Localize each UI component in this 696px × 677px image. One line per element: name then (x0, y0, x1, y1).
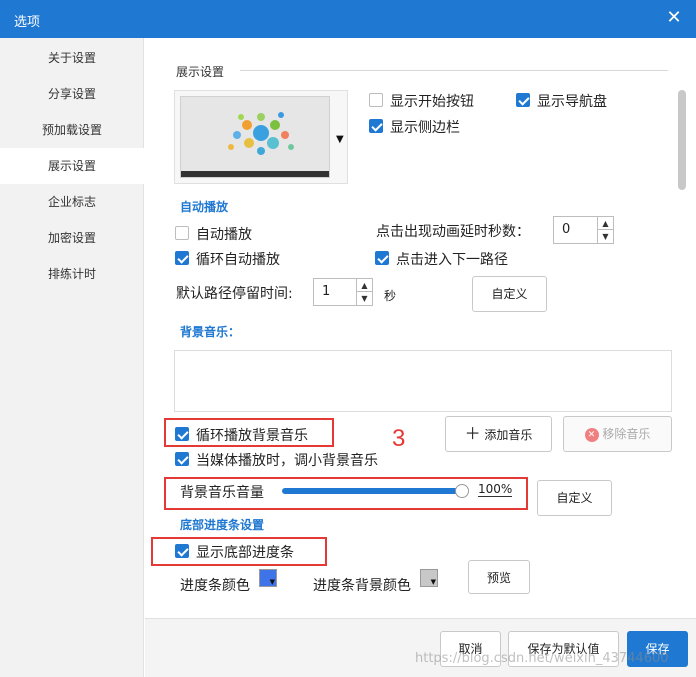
preview-button[interactable]: 预览 (468, 560, 530, 594)
default-stay-arrows: ▲ ▼ (356, 279, 372, 305)
section-divider (240, 70, 668, 71)
loop-autoplay-checkbox[interactable] (175, 251, 189, 265)
progress-color-label: 进度条颜色 (180, 578, 250, 594)
show-progress-checkbox[interactable] (175, 544, 189, 558)
autoplay-checkbox[interactable] (175, 226, 189, 240)
autoplay-section-title: 自动播放 (180, 200, 229, 214)
layout-preview[interactable] (174, 90, 348, 184)
show-start-button-label: 显示开始按钮 (390, 94, 474, 110)
show-sidebar-checkbox[interactable] (369, 119, 383, 133)
music-list[interactable] (174, 350, 672, 412)
lower-music-label: 当媒体播放时，调小背景音乐 (196, 453, 378, 469)
add-music-label: 添加音乐 (484, 428, 533, 442)
close-icon[interactable]: ✕ (662, 6, 686, 30)
volume-percent: 100% (478, 482, 513, 497)
show-sidebar-label: 显示侧边栏 (390, 120, 460, 136)
volume-label: 背景音乐音量 (180, 485, 264, 501)
cancel-button[interactable]: 取消 (440, 631, 501, 667)
vertical-scrollbar[interactable] (678, 90, 686, 190)
preview-thumbnail (180, 96, 330, 178)
show-start-button-checkbox[interactable] (369, 93, 383, 107)
layout-dropdown-icon[interactable]: ▼ (336, 134, 344, 145)
progress-bg-color-label: 进度条背景颜色 (313, 578, 411, 594)
delay-value: 0 (562, 222, 571, 237)
loop-music-checkbox[interactable] (175, 427, 189, 441)
seconds-unit: 秒 (384, 289, 397, 303)
default-stay-label: 默认路径停留时间: (176, 286, 293, 302)
plus-icon: ＋ (464, 424, 481, 443)
sidebar-item-preload[interactable]: 预加载设置 (0, 112, 144, 148)
autoplay-custom-button[interactable]: 自定义 (472, 276, 547, 312)
remove-music-label: 移除音乐 (602, 427, 651, 441)
show-navigator-checkbox[interactable] (516, 93, 530, 107)
show-navigator-label: 显示导航盘 (537, 94, 607, 110)
sidebar-item-about[interactable]: 关于设置 (0, 40, 144, 76)
lower-music-checkbox[interactable] (175, 452, 189, 466)
remove-icon: ✕ (584, 427, 599, 442)
sidebar-item-display[interactable]: 展示设置 (0, 148, 144, 184)
default-stay-up-icon[interactable]: ▲ (357, 279, 372, 292)
show-progress-label: 显示底部进度条 (196, 545, 294, 561)
music-section-title: 背景音乐： (180, 325, 241, 339)
annotation-number: 3 (392, 425, 406, 452)
default-stay-spinner[interactable]: 1 ▲ ▼ (313, 278, 373, 306)
autoplay-label: 自动播放 (196, 227, 252, 243)
delay-up-icon[interactable]: ▲ (598, 217, 613, 230)
progress-bg-color-arrow-icon: ▼ (430, 578, 436, 586)
sidebar-item-encryption[interactable]: 加密设置 (0, 220, 144, 256)
volume-slider-knob[interactable] (455, 484, 469, 498)
click-next-label: 点击进入下一路径 (396, 252, 508, 268)
save-default-button[interactable]: 保存为默认值 (508, 631, 619, 667)
title-bar: 选项 ✕ (0, 0, 696, 38)
display-section-title: 展示设置 (176, 65, 225, 79)
click-next-checkbox[interactable] (375, 251, 389, 265)
progress-bg-color-picker[interactable]: ▼ (420, 569, 438, 587)
bubble-graphic (228, 112, 294, 155)
sidebar-item-logo[interactable]: 企业标志 (0, 184, 144, 220)
sidebar: 关于设置 分享设置 预加载设置 展示设置 企业标志 加密设置 排练计时 (0, 38, 144, 677)
default-stay-value: 1 (322, 284, 331, 299)
window-title: 选项 (14, 15, 41, 30)
progress-color-arrow-icon: ▼ (269, 578, 275, 586)
add-music-button[interactable]: ＋ 添加音乐 (445, 416, 552, 452)
volume-slider-track[interactable] (282, 488, 462, 494)
sidebar-item-rehearsal[interactable]: 排练计时 (0, 256, 144, 292)
save-button[interactable]: 保存 (627, 631, 688, 667)
remove-music-button[interactable]: ✕ 移除音乐 (563, 416, 672, 452)
sidebar-item-share[interactable]: 分享设置 (0, 76, 144, 112)
default-stay-down-icon[interactable]: ▼ (357, 292, 372, 305)
delay-label: 点击出现动画延时秒数： (376, 224, 530, 240)
progress-color-picker[interactable]: ▼ (259, 569, 277, 587)
delay-arrows: ▲ ▼ (597, 217, 613, 243)
preview-taskbar (181, 171, 329, 177)
progress-section-title: 底部进度条设置 (180, 518, 265, 532)
loop-music-label: 循环播放背景音乐 (196, 428, 308, 444)
delay-spinner[interactable]: 0 ▲ ▼ (553, 216, 614, 244)
volume-custom-button[interactable]: 自定义 (537, 480, 612, 516)
loop-autoplay-label: 循环自动播放 (196, 252, 280, 268)
delay-down-icon[interactable]: ▼ (598, 230, 613, 243)
